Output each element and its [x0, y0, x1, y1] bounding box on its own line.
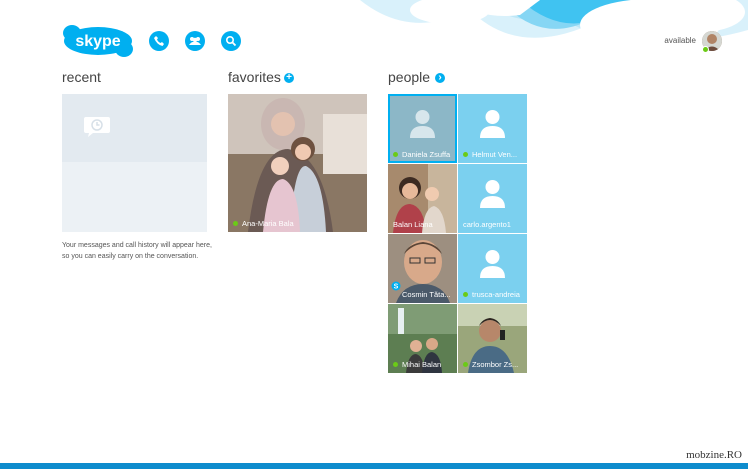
person-name-label: Cosmin Tăta...	[388, 285, 457, 303]
person-name: Daniela Zsuffa	[402, 149, 451, 159]
person-name-label: Mihai Balan	[388, 355, 457, 373]
add-favorite-button[interactable]: +	[284, 73, 294, 83]
person-name-label: Daniela Zsuffa	[388, 145, 457, 163]
person-name: Balan Liana	[393, 219, 433, 229]
person-placeholder-icon	[480, 110, 505, 138]
person-name-label: trusca-andreia	[458, 285, 527, 303]
person-tile[interactable]: carlo.argento1	[458, 164, 527, 233]
person-placeholder-icon	[480, 250, 505, 278]
person-placeholder-icon	[480, 180, 505, 208]
contacts-icon	[189, 37, 201, 45]
online-indicator	[233, 220, 238, 226]
person-tile[interactable]: Mihai Balan	[388, 304, 457, 373]
person-name-label: carlo.argento1	[458, 215, 527, 233]
person-name: Helmut Ven...	[472, 149, 518, 159]
contact-photo	[228, 94, 367, 232]
online-indicator	[463, 291, 468, 297]
recent-title[interactable]: recent	[62, 69, 101, 85]
favorite-name-label: Ana-Maria Bala	[228, 214, 367, 232]
person-name: Mihai Balan	[402, 359, 442, 369]
person-tile[interactable]: trusca-andreia	[458, 234, 527, 303]
contacts-button[interactable]	[185, 31, 205, 51]
person-tile[interactable]: Daniela Zsuffa	[388, 94, 457, 163]
recent-empty-message: Your messages and call history will appe…	[62, 242, 212, 260]
search-button[interactable]	[221, 31, 241, 51]
watermark: mobzine.RO	[686, 449, 742, 461]
online-indicator	[463, 361, 468, 367]
person-name: Zsombor Zs...	[472, 359, 519, 369]
person-name-label: Zsombor Zs...	[458, 355, 527, 373]
online-indicator	[393, 361, 398, 367]
person-name: carlo.argento1	[463, 219, 511, 229]
person-placeholder-icon	[410, 110, 435, 138]
person-name: trusca-andreia	[472, 289, 520, 299]
person-tile[interactable]: Helmut Ven...	[458, 94, 527, 163]
person-name-label: Balan Liana	[388, 215, 457, 233]
chat-history-icon	[84, 117, 110, 137]
favorite-tile[interactable]: Ana-Maria Bala	[228, 94, 367, 232]
person-name-label: Helmut Ven...	[458, 145, 527, 163]
people-more-button[interactable]: ›	[435, 73, 445, 83]
person-name: Cosmin Tăta...	[402, 289, 451, 299]
person-tile[interactable]: Zsombor Zs...	[458, 304, 527, 373]
person-tile[interactable]: Balan Liana	[388, 164, 457, 233]
logo-text: skype	[75, 33, 120, 50]
app-bar[interactable]	[0, 463, 748, 469]
user-online-indicator	[702, 46, 709, 53]
people-grid: Daniela Zsuffa Helmut Ven... Balan Liana	[388, 94, 527, 373]
recent-tile[interactable]	[62, 94, 207, 232]
status-text[interactable]: available	[664, 36, 696, 45]
online-indicator	[393, 151, 398, 157]
call-button[interactable]	[149, 31, 169, 51]
skype-logo: skype	[63, 25, 133, 57]
favorites-title[interactable]: favorites	[228, 69, 281, 85]
search-icon	[225, 35, 237, 47]
online-indicator	[463, 151, 468, 157]
call-icon	[154, 36, 164, 46]
people-title[interactable]: people	[388, 69, 430, 85]
person-tile[interactable]: S Cosmin Tăta...	[388, 234, 457, 303]
favorite-name: Ana-Maria Bala	[242, 218, 294, 228]
